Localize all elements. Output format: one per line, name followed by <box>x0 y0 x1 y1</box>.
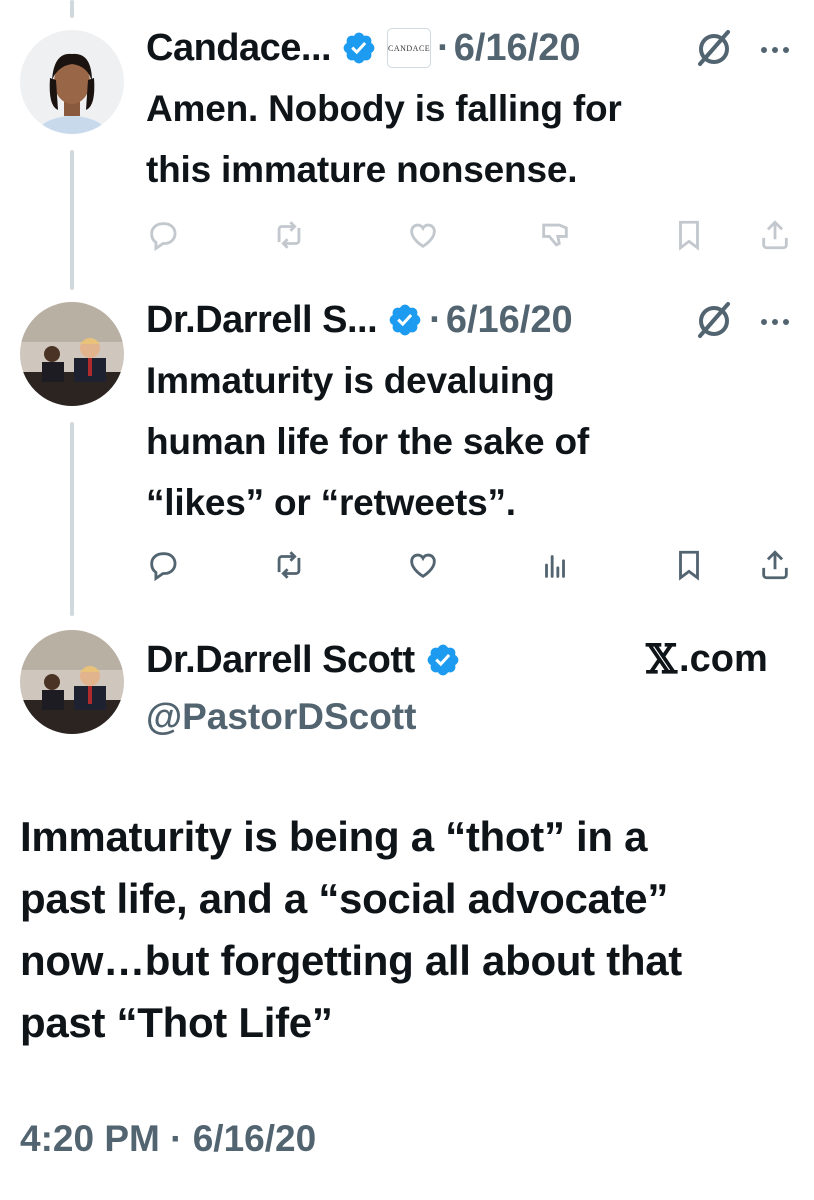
separator-dot: · <box>429 298 442 341</box>
bookmark-button[interactable] <box>672 218 712 258</box>
reply-icon <box>150 222 177 252</box>
watermark-text: .com <box>679 638 768 680</box>
more-icon[interactable] <box>760 314 790 325</box>
grok-icon[interactable] <box>692 26 736 70</box>
tweet1-header: Candace... CANDACE · 6/16/20 <box>146 22 581 74</box>
tweet1-line: this immature nonsense. <box>146 149 578 190</box>
share-button[interactable] <box>758 218 798 258</box>
tweet1-date[interactable]: 6/16/20 <box>454 27 581 70</box>
main-author-name[interactable]: Dr.Darrell Scott <box>146 639 415 682</box>
like-button[interactable] <box>406 548 446 588</box>
dislike-button[interactable] <box>538 218 578 258</box>
tweet1-line: Amen. Nobody is falling for <box>146 88 622 129</box>
thread-line-2 <box>70 422 74 616</box>
affiliation-badge[interactable]: CANDACE <box>387 28 432 68</box>
reply-icon <box>150 552 177 582</box>
tweet2-author-name[interactable]: Dr.Darrell S... <box>146 299 378 342</box>
main-tweet-line: past life, and a “social advocate” <box>20 875 669 922</box>
views-button[interactable] <box>538 548 578 588</box>
thread-line-top <box>70 0 74 18</box>
main-author-handle[interactable]: @PastorDScott <box>146 696 461 738</box>
reply-button[interactable] <box>146 548 186 588</box>
grok-icon[interactable] <box>692 298 736 342</box>
bookmark-icon <box>679 220 699 251</box>
tweet1-actions <box>146 218 796 258</box>
tweet2-date[interactable]: 6/16/20 <box>446 299 573 342</box>
like-icon <box>410 223 436 248</box>
tweet2-header: Dr.Darrell S... · 6/16/20 <box>146 294 573 346</box>
tweet1-text: Amen. Nobody is falling for this immatur… <box>146 78 622 200</box>
share-icon <box>762 550 788 580</box>
verified-badge-icon <box>387 302 423 338</box>
tweet2-line: human life for the sake of <box>146 421 589 462</box>
like-button[interactable] <box>406 218 446 258</box>
like-icon <box>410 553 436 578</box>
affiliation-label: CANDACE <box>388 43 431 53</box>
downvote-icon <box>542 223 568 247</box>
tweet2-actions <box>146 548 796 588</box>
x-logo-icon: 𝕏 <box>646 636 678 683</box>
avatar-darrell-scott[interactable] <box>20 302 124 406</box>
share-icon <box>762 220 788 250</box>
tweet2-text: Immaturity is devaluing human life for t… <box>146 350 589 533</box>
bookmark-icon <box>679 550 699 581</box>
avatar-darrell-scott[interactable] <box>20 630 124 734</box>
avatar-candace[interactable] <box>20 30 124 134</box>
more-icon[interactable] <box>760 42 790 53</box>
verified-badge-icon <box>425 642 461 678</box>
main-tweet-timestamp[interactable]: 4:20 PM · 6/16/20 <box>20 1118 316 1160</box>
separator-dot: · <box>437 26 450 69</box>
main-tweet-text: Immaturity is being a “thot” in a past l… <box>20 806 682 1054</box>
retweet-button[interactable] <box>272 548 312 588</box>
share-button[interactable] <box>758 548 798 588</box>
x-com-watermark: 𝕏 .com <box>646 636 768 683</box>
reply-button[interactable] <box>146 218 186 258</box>
retweet-icon <box>277 221 301 249</box>
main-tweet-line: Immaturity is being a “thot” in a <box>20 813 648 860</box>
verified-badge-icon <box>341 30 377 66</box>
thread-line-1 <box>70 150 74 290</box>
bookmark-button[interactable] <box>672 548 712 588</box>
tweet1-author-name[interactable]: Candace... <box>146 27 332 70</box>
tweet2-line: Immaturity is devaluing <box>146 360 555 401</box>
tweet2-line: “likes” or “retweets”. <box>146 482 516 523</box>
retweet-icon <box>277 551 301 579</box>
main-tweet-line: now…but forgetting all about that <box>20 937 682 984</box>
main-tweet-line: past “Thot Life” <box>20 999 333 1046</box>
views-icon <box>545 555 565 578</box>
retweet-button[interactable] <box>272 218 312 258</box>
main-tweet-header: Dr.Darrell Scott @PastorDScott <box>146 636 461 738</box>
